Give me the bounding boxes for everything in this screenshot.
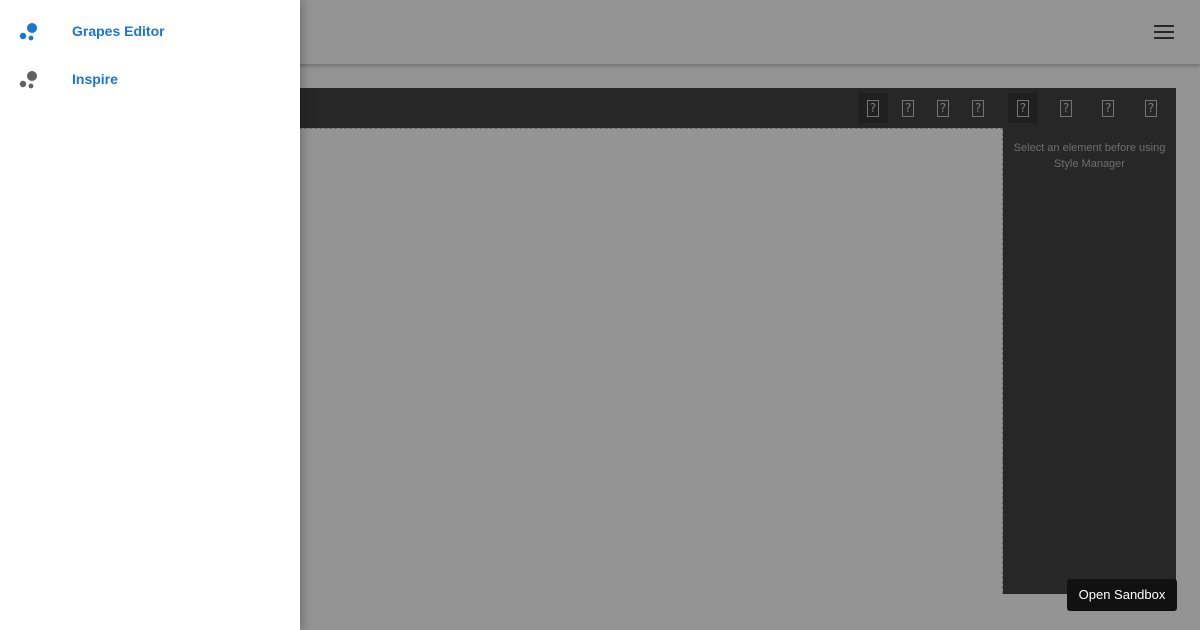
open-sandbox-tooltip: Open Sandbox [1067,579,1177,611]
drawer-item-grapes-editor[interactable]: Grapes Editor [0,8,300,56]
navigation-drawer: Grapes Editor Inspire [0,0,300,630]
bubble-dots-icon [19,71,37,89]
drawer-item-inspire[interactable]: Inspire [0,56,300,104]
drawer-item-label: Inspire [72,71,118,87]
drawer-item-label: Grapes Editor [72,23,165,39]
bubble-dots-icon [19,23,37,41]
